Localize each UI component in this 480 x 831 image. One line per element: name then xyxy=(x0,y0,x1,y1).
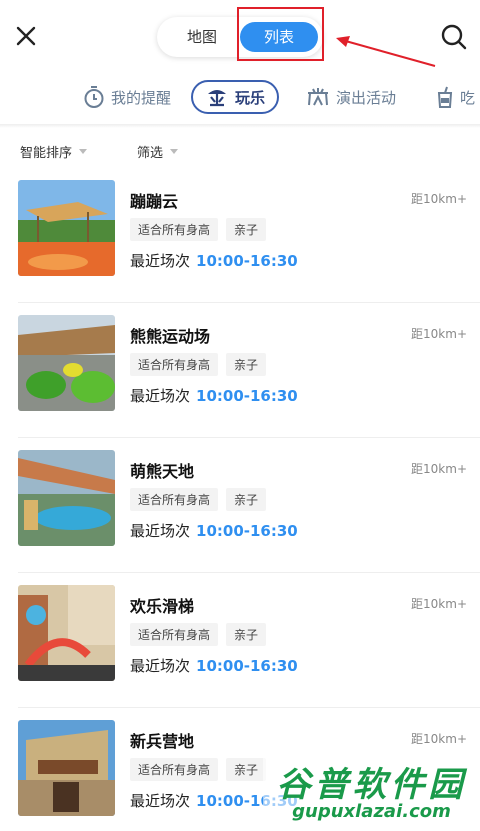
attraction-name: 新兵营地 xyxy=(130,732,195,751)
attraction-photo xyxy=(18,180,115,276)
annotation-highlight-box xyxy=(237,7,324,61)
attraction-photo xyxy=(18,585,115,681)
list-item[interactable]: 熊熊运动场 距10km+ 适合所有身高 亲子 最近场次 10:00-16:30 xyxy=(0,303,480,438)
watermark-title: 谷普软件园 xyxy=(276,765,467,805)
watermark: 谷普软件园 gupuxlazai.com xyxy=(263,755,480,831)
category-label: 吃 xyxy=(460,88,476,107)
category-label: 演出活动 xyxy=(336,88,397,107)
category-label: 我的提醒 xyxy=(111,88,172,107)
tag: 适合所有身高 xyxy=(130,488,219,511)
tag-list: 适合所有身高 亲子 xyxy=(130,488,267,511)
performance-icon xyxy=(308,88,328,106)
category-tab-performances[interactable]: 演出活动 xyxy=(306,80,396,114)
tag: 适合所有身高 xyxy=(130,623,219,646)
category-tab-play[interactable]: 玩乐 xyxy=(191,80,280,114)
stopwatch-icon xyxy=(84,86,104,108)
session-label: 最近场次 xyxy=(130,792,191,810)
distance-label: 距10km+ xyxy=(411,597,467,611)
tag: 适合所有身高 xyxy=(130,758,219,781)
drink-icon xyxy=(437,86,453,108)
search-icon[interactable] xyxy=(439,22,469,52)
sort-dropdown[interactable]: 智能排序 xyxy=(20,142,88,161)
list-item[interactable]: 萌熊天地 距10km+ 适合所有身高 亲子 最近场次 10:00-16:30 xyxy=(0,438,480,573)
session-label: 最近场次 xyxy=(130,387,191,405)
distance-label: 距10km+ xyxy=(411,462,467,476)
tag-list: 适合所有身高 亲子 xyxy=(130,758,267,781)
sort-label: 智能排序 xyxy=(20,146,73,161)
session-label: 最近场次 xyxy=(130,522,191,540)
category-tab-reminders[interactable]: 我的提醒 xyxy=(83,80,171,114)
next-session: 最近场次 10:00-16:30 xyxy=(130,250,298,271)
filter-dropdown[interactable]: 筛选 xyxy=(137,142,179,161)
tag: 亲子 xyxy=(226,218,267,241)
caret-down-icon xyxy=(170,149,179,154)
tag: 亲子 xyxy=(226,488,267,511)
session-time: 10:00-16:30 xyxy=(196,387,298,405)
session-time: 10:00-16:30 xyxy=(196,252,298,270)
attraction-name: 蹦蹦云 xyxy=(130,192,179,211)
watermark-url: gupuxlazai.com xyxy=(292,801,451,822)
next-session: 最近场次 10:00-16:30 xyxy=(130,520,298,541)
next-session: 最近场次 10:00-16:30 xyxy=(130,655,298,676)
caret-down-icon xyxy=(79,149,88,154)
tag: 亲子 xyxy=(226,353,267,376)
session-time: 10:00-16:30 xyxy=(196,522,298,540)
tag-list: 适合所有身高 亲子 xyxy=(130,623,267,646)
session-label: 最近场次 xyxy=(130,252,191,270)
annotation-arrow-icon xyxy=(336,36,436,67)
distance-label: 距10km+ xyxy=(411,327,467,341)
attraction-name: 萌熊天地 xyxy=(130,462,195,481)
top-bar: 地图 列表 xyxy=(0,0,480,72)
category-label: 玩乐 xyxy=(235,88,266,107)
list-item[interactable]: 欢乐滑梯 距10km+ 适合所有身高 亲子 最近场次 10:00-16:30 xyxy=(0,573,480,708)
distance-label: 距10km+ xyxy=(411,192,467,206)
tag-list: 适合所有身高 亲子 xyxy=(130,353,267,376)
attraction-name: 欢乐滑梯 xyxy=(130,597,195,616)
category-tabs: 我的提醒 玩乐 演出活动 吃 xyxy=(0,72,480,122)
tag: 适合所有身高 xyxy=(130,353,219,376)
session-time: 10:00-16:30 xyxy=(196,657,298,675)
tag: 亲子 xyxy=(226,623,267,646)
playground-icon xyxy=(208,90,226,107)
filter-label: 筛选 xyxy=(137,146,164,161)
attraction-name: 熊熊运动场 xyxy=(130,327,211,346)
tag: 亲子 xyxy=(226,758,267,781)
tag-list: 适合所有身高 亲子 xyxy=(130,218,267,241)
attraction-photo xyxy=(18,450,115,546)
tag: 适合所有身高 xyxy=(130,218,219,241)
category-tab-food[interactable]: 吃 xyxy=(436,80,475,114)
session-label: 最近场次 xyxy=(130,657,191,675)
map-tab[interactable]: 地图 xyxy=(167,17,237,57)
list-item[interactable]: 蹦蹦云 距10km+ 适合所有身高 亲子 最近场次 10:00-16:30 xyxy=(0,168,480,303)
close-icon[interactable] xyxy=(12,22,40,50)
next-session: 最近场次 10:00-16:30 xyxy=(130,385,298,406)
distance-label: 距10km+ xyxy=(411,732,467,746)
attraction-photo xyxy=(18,720,115,816)
attraction-photo xyxy=(18,315,115,411)
